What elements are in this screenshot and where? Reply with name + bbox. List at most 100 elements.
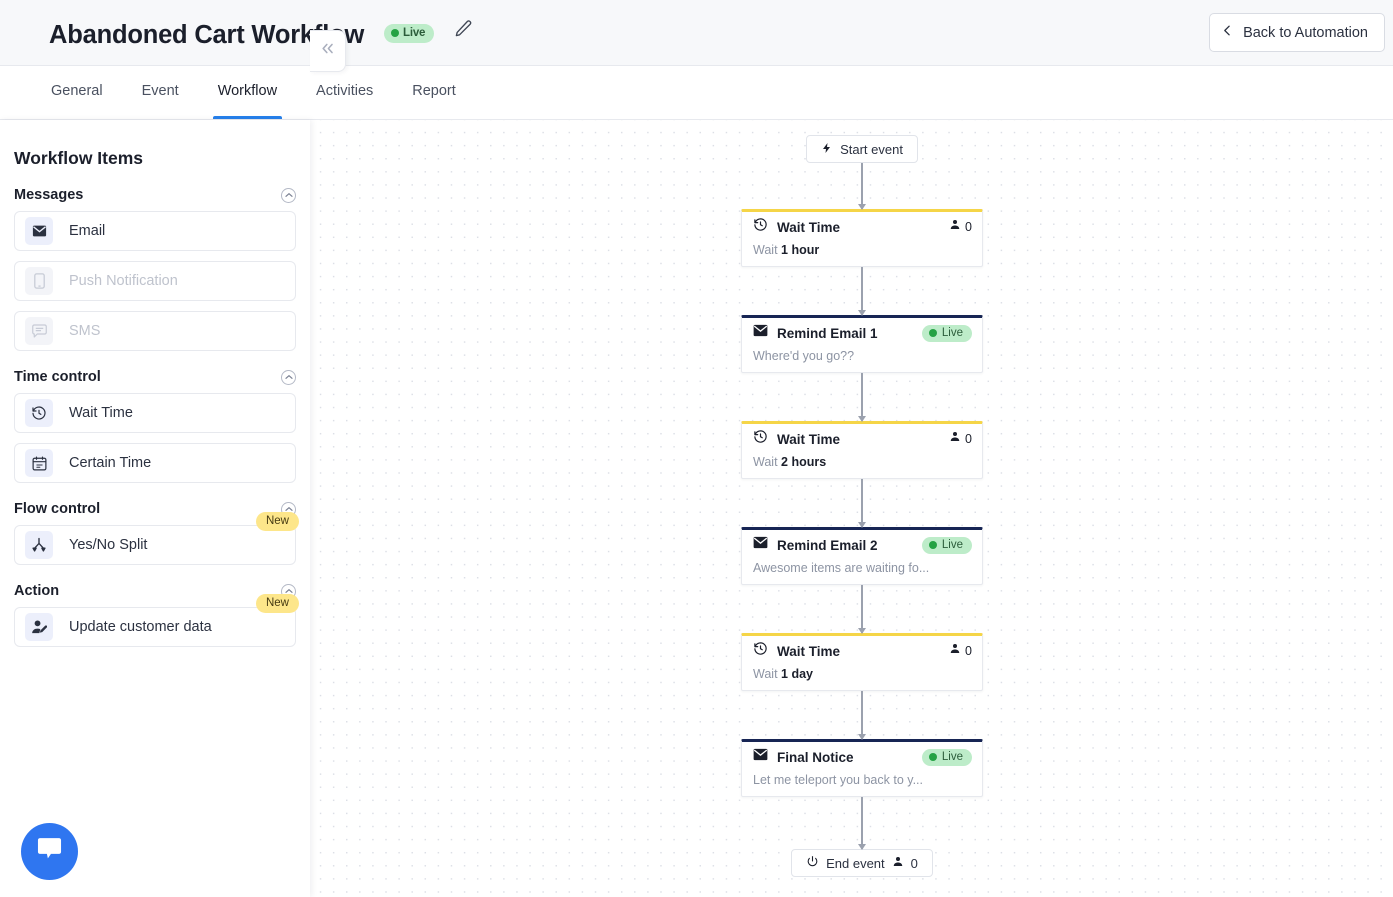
sidebar-item-label: SMS (69, 323, 100, 339)
workflow-node-email-3[interactable]: Final Notice Live Let me teleport you ba… (741, 739, 983, 797)
node-title: Remind Email 1 (777, 326, 878, 341)
tab-event[interactable]: Event (140, 66, 181, 119)
node-title: Wait Time (777, 644, 840, 659)
status-badge: Live (384, 24, 434, 43)
clock-rewind-icon (25, 399, 53, 427)
node-body: Let me teleport you back to y... (742, 772, 982, 796)
connector (861, 797, 863, 849)
envelope-icon (753, 324, 768, 342)
sidebar-item-email[interactable]: Email (14, 211, 296, 251)
sidebar-item-certain-time[interactable]: Certain Time (14, 443, 296, 483)
sidebar-section-flow-control: Flow control (14, 501, 296, 517)
tab-bar: General Event Workflow Activities Report (0, 66, 1393, 120)
node-audience-count: 0 (949, 430, 972, 448)
start-event-node[interactable]: Start event (712, 135, 1012, 163)
workflow-node-wait-2[interactable]: Wait Time 0 Wait 2 hours (741, 421, 983, 479)
clock-rewind-icon (753, 217, 768, 237)
workflow-editor-page: Abandoned Cart Workflow Live Back to Aut… (0, 0, 1393, 897)
node-status-label: Live (942, 539, 963, 551)
node-status-label: Live (942, 751, 963, 763)
workflow-items-sidebar: Workflow Items Messages Email Push Notif… (0, 120, 310, 897)
new-badge: New (256, 512, 299, 531)
back-to-automation-button[interactable]: Back to Automation (1209, 13, 1385, 52)
node-count-value: 0 (965, 432, 972, 446)
workflow-canvas[interactable]: Start event Wait Time (310, 120, 1393, 897)
node-body-value: 2 hours (781, 455, 826, 469)
tab-report[interactable]: Report (410, 66, 458, 119)
sidebar-item-wait-time[interactable]: Wait Time (14, 393, 296, 433)
sidebar-item-yes-no-split[interactable]: New Yes/No Split (14, 525, 296, 565)
status-dot-icon (929, 541, 937, 549)
chat-widget-button[interactable] (21, 823, 78, 880)
clock-rewind-icon (753, 429, 768, 449)
person-icon (949, 642, 961, 660)
node-status-label: Live (942, 327, 963, 339)
lightning-bolt-icon (821, 141, 833, 158)
node-body: Awesome items are waiting fo... (742, 560, 982, 584)
calendar-icon (25, 449, 53, 477)
sidebar-section-label: Time control (14, 369, 101, 385)
workflow-node-email-1[interactable]: Remind Email 1 Live Where'd you go?? (741, 315, 983, 373)
node-title: Remind Email 2 (777, 538, 878, 553)
chevron-up-icon[interactable] (281, 370, 296, 385)
status-dot-icon (929, 753, 937, 761)
node-body: Wait 1 day (742, 666, 982, 690)
sidebar-item-label: Wait Time (69, 405, 133, 421)
node-count-value: 0 (965, 644, 972, 658)
node-status: Live (922, 749, 972, 766)
connector (861, 479, 863, 527)
workflow-node-wait-1[interactable]: Wait Time 0 Wait 1 hour (741, 209, 983, 267)
double-chevron-left-icon (320, 42, 336, 60)
sidebar-collapse-button[interactable] (310, 30, 346, 72)
sidebar-section-messages: Messages (14, 187, 296, 203)
sidebar-section-label: Action (14, 583, 59, 599)
sidebar-section-label: Messages (14, 187, 83, 203)
workflow-flow: Start event Wait Time (712, 135, 1012, 877)
node-body-prefix: Wait (753, 667, 778, 681)
node-audience-count: 0 (949, 218, 972, 236)
sidebar-item-label: Push Notification (69, 273, 178, 289)
node-body-prefix: Wait (753, 455, 778, 469)
new-badge: New (256, 594, 299, 613)
page-title: Abandoned Cart Workflow Live (49, 16, 473, 50)
node-body: Wait 2 hours (742, 454, 982, 478)
sidebar-item-push-notification: Push Notification (14, 261, 296, 301)
end-event-node[interactable]: End event 0 (712, 849, 1012, 877)
person-icon (892, 855, 904, 871)
clock-rewind-icon (753, 641, 768, 661)
envelope-icon (25, 217, 53, 245)
tab-workflow[interactable]: Workflow (216, 66, 279, 119)
sidebar-section-action: Action (14, 583, 296, 599)
node-body-prefix: Let me teleport you back to y... (753, 773, 923, 787)
page-header: Abandoned Cart Workflow Live Back to Aut… (0, 0, 1393, 66)
sidebar-section-label: Flow control (14, 501, 100, 517)
node-body-value: 1 day (781, 667, 813, 681)
node-count-value: 0 (965, 220, 972, 234)
sidebar-title: Workflow Items (14, 148, 310, 169)
pencil-icon[interactable] (454, 16, 473, 44)
person-icon (949, 430, 961, 448)
sidebar-item-label: Certain Time (69, 455, 151, 471)
node-body-prefix: Where'd you go?? (753, 349, 854, 363)
workflow-node-email-2[interactable]: Remind Email 2 Live Awesome items are wa… (741, 527, 983, 585)
sidebar-item-update-customer-data[interactable]: New Update customer data (14, 607, 296, 647)
sidebar-item-label: Yes/No Split (69, 537, 147, 553)
node-body: Where'd you go?? (742, 348, 982, 372)
back-to-automation-label: Back to Automation (1243, 25, 1368, 41)
split-branch-icon (25, 531, 53, 559)
chat-bubble-icon (25, 317, 53, 345)
workflow-node-wait-3[interactable]: Wait Time 0 Wait 1 day (741, 633, 983, 691)
tab-activities[interactable]: Activities (314, 66, 375, 119)
power-icon (806, 855, 819, 871)
sidebar-item-label: Email (69, 223, 105, 239)
sidebar-section-time-control: Time control (14, 369, 296, 385)
node-status: Live (922, 325, 972, 342)
connector (861, 163, 863, 209)
node-title: Final Notice (777, 750, 854, 765)
user-edit-icon (25, 613, 53, 641)
chevron-up-icon[interactable] (281, 188, 296, 203)
connector (861, 373, 863, 421)
status-dot-icon (391, 29, 399, 37)
tab-general[interactable]: General (49, 66, 105, 119)
connector (861, 691, 863, 739)
